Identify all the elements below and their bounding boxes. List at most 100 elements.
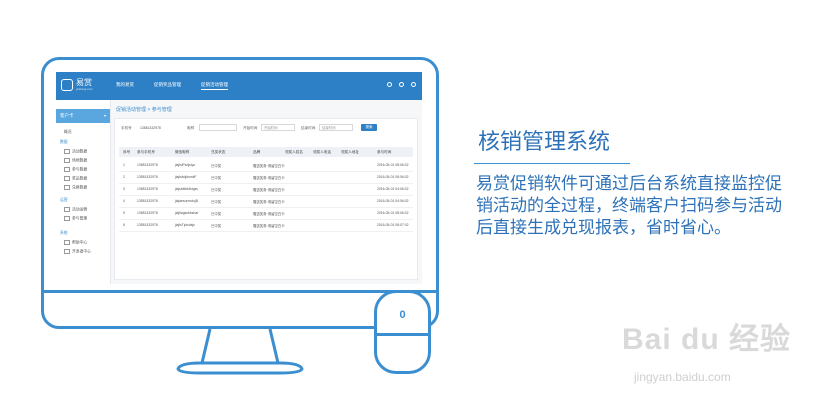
baidu-watermark: Bai du 经验 [622, 323, 792, 356]
code-icon [64, 249, 70, 254]
column-header: 品牌 [253, 150, 261, 154]
title-underline [474, 163, 630, 164]
table-cell: 赠送奖券·请留空白卡 [253, 164, 285, 168]
nav-promotion-management[interactable]: 促销活动管理 [201, 82, 228, 90]
table-header: 序号 参与手机号 微信昵称 兑奖状态 品牌 领奖人姓名 领奖人电话 领奖人地址 … [119, 147, 413, 157]
table-cell: 13581332978 [137, 211, 158, 215]
column-header: 领奖人地址 [341, 150, 359, 154]
table-cell: jiajfsbdjdsmkF [175, 175, 197, 179]
column-header: 序号 [123, 150, 131, 154]
table-cell: jiajsbifdddktgss [175, 187, 198, 191]
sidebar-item-activity-ops[interactable]: 活动运营 [64, 207, 87, 213]
table-cell: 已中奖 [211, 212, 222, 216]
filter-account-label: 昵称 [187, 126, 195, 130]
filter-activity-value[interactable]: 13581332978 [137, 124, 177, 131]
table-cell: 13581332978 [137, 163, 158, 167]
table-cell: 5 [123, 211, 125, 215]
filter-activity-label: 手机号 [121, 126, 132, 130]
table-cell: jiajaesurmoiujB [175, 199, 198, 203]
sidebar-item-redeem-data[interactable]: 兑换数据 [64, 185, 87, 191]
nav-my-account[interactable]: 我的易赏 [116, 82, 134, 88]
help-icon[interactable] [399, 82, 404, 87]
filter-end-input[interactable]: 结束时间 [319, 124, 353, 131]
sidebar-header[interactable]: 客户卡 ▾ [56, 109, 110, 123]
table-cell: 6 [123, 223, 125, 227]
sidebar-item-developer-center[interactable]: 开发者中心 [64, 249, 91, 255]
column-header: 微信昵称 [175, 150, 190, 154]
logo-icon [61, 79, 73, 91]
table-row[interactable]: 6 13581332978 jiajfsTiplsdsjs 已中奖 赠送奖券·请留空白卡… [119, 219, 413, 232]
column-header: 参与时间 [377, 150, 392, 154]
sidebar-item-help-center[interactable]: 帮助中心 [64, 240, 87, 246]
logo-subtext: yishang.com [76, 87, 93, 91]
chart-icon [64, 149, 70, 154]
baidu-watermark-url: jingyan.baidu.com [634, 370, 731, 384]
chart-icon [64, 167, 70, 172]
table-cell: 13581332978 [137, 187, 158, 191]
top-nav-bar: 易赏 yishang.com 我的易赏 促销奖品管理 促销活动管理 [56, 72, 422, 100]
filter-start-input[interactable]: 开始时间 [261, 124, 295, 131]
filter-end-label: 结束时间 [301, 126, 316, 130]
sidebar-item-activity-data[interactable]: 活动数据 [64, 149, 87, 155]
monitor-chin [44, 290, 436, 293]
table-cell: 1 [123, 163, 125, 167]
column-header: 兑奖状态 [211, 150, 226, 154]
participation-panel: 手机号 13581332978 昵称 开始时间 开始时间 结束时间 结束时间 搜… [114, 118, 418, 280]
power-icon[interactable] [411, 82, 416, 87]
table-cell: 赠送奖券·请留空白卡 [253, 200, 285, 204]
column-header: 参与手机号 [137, 150, 155, 154]
filter-account-input[interactable] [199, 124, 237, 131]
table-cell: jiajfiagssbbshar [175, 211, 199, 215]
table-cell: jiajfsTiplsdsjs [175, 223, 195, 227]
table-cell: 赠送奖券·请留空白卡 [253, 212, 285, 216]
mouse-wheel: 0 [399, 309, 406, 321]
table-cell: 已中奖 [211, 200, 222, 204]
table-cell: 2 [123, 175, 125, 179]
chart-icon [64, 176, 70, 181]
chevron-down-icon: ▾ [103, 113, 106, 118]
table-cell: 13581332978 [137, 199, 158, 203]
table-cell: 2016-05-01 08:06:02 [377, 163, 409, 167]
table-cell: 赠送奖券·请留空白卡 [253, 224, 285, 228]
table-cell: 2016-05-01 04:06:02 [377, 199, 409, 203]
table-cell: 2016-05-01 08:07:02 [377, 223, 409, 227]
promo-title: 核销管理系统 [478, 129, 611, 154]
app-logo[interactable]: 易赏 yishang.com [61, 77, 97, 95]
chart-icon [64, 185, 70, 190]
table-cell: 2016-05-01 08:06:02 [377, 211, 409, 215]
filter-start-label: 开始时间 [243, 126, 258, 130]
help-icon [64, 240, 70, 245]
sidebar-header-label: 客户卡 [60, 113, 74, 118]
column-header: 领奖人姓名 [285, 150, 303, 154]
breadcrumb: 促销活动管理 > 参与管理 [116, 107, 172, 113]
sidebar-group-system: 系统 [60, 231, 68, 235]
search-button[interactable]: 搜索 [361, 124, 377, 131]
nav-prize-management[interactable]: 促销奖品管理 [154, 82, 181, 88]
table-cell: 已中奖 [211, 164, 222, 168]
sidebar-item-venue-data[interactable]: 场地数据 [64, 158, 87, 164]
sidebar-group-operations: 运营 [60, 198, 68, 202]
table-cell: 赠送奖券·请留空白卡 [253, 176, 285, 180]
table-cell: 已中奖 [211, 224, 222, 228]
table-cell: 已中奖 [211, 176, 222, 180]
table-cell: 3 [123, 187, 125, 191]
table-cell: 13581332978 [137, 223, 158, 227]
chart-icon [64, 158, 70, 163]
sidebar-item-overview[interactable]: 概况 [64, 130, 72, 135]
promo-description: 易赏促销软件可通过后台系统直接监控促销活动的全过程，终端客户扫码参与活动后直接生… [476, 174, 782, 237]
message-icon[interactable] [387, 82, 392, 87]
column-header: 领奖人电话 [313, 150, 331, 154]
sidebar-item-participation-management[interactable]: 参与管理 [64, 216, 87, 222]
app-screen: 易赏 yishang.com 我的易赏 促销奖品管理 促销活动管理 客户卡 ▾ … [56, 72, 422, 284]
sidebar-item-participation-data[interactable]: 参与数据 [64, 167, 87, 173]
mouse-illustration: 0 [374, 290, 431, 374]
sidebar: 客户卡 ▾ 概况 数据 活动数据 场地数据 参与数据 奖品数据 兑换数据 运营 … [56, 100, 111, 284]
list-icon [64, 216, 70, 221]
table-cell: 2016-05-01 08:06:02 [377, 175, 409, 179]
table-cell: 已中奖 [211, 188, 222, 192]
monitor-stand [176, 329, 304, 375]
sidebar-item-prize-data[interactable]: 奖品数据 [64, 176, 87, 182]
table-cell: jiajfsiPsdjsiyu [175, 163, 196, 167]
table-cell: 4 [123, 199, 125, 203]
table-cell: 赠送奖券·请留空白卡 [253, 188, 285, 192]
